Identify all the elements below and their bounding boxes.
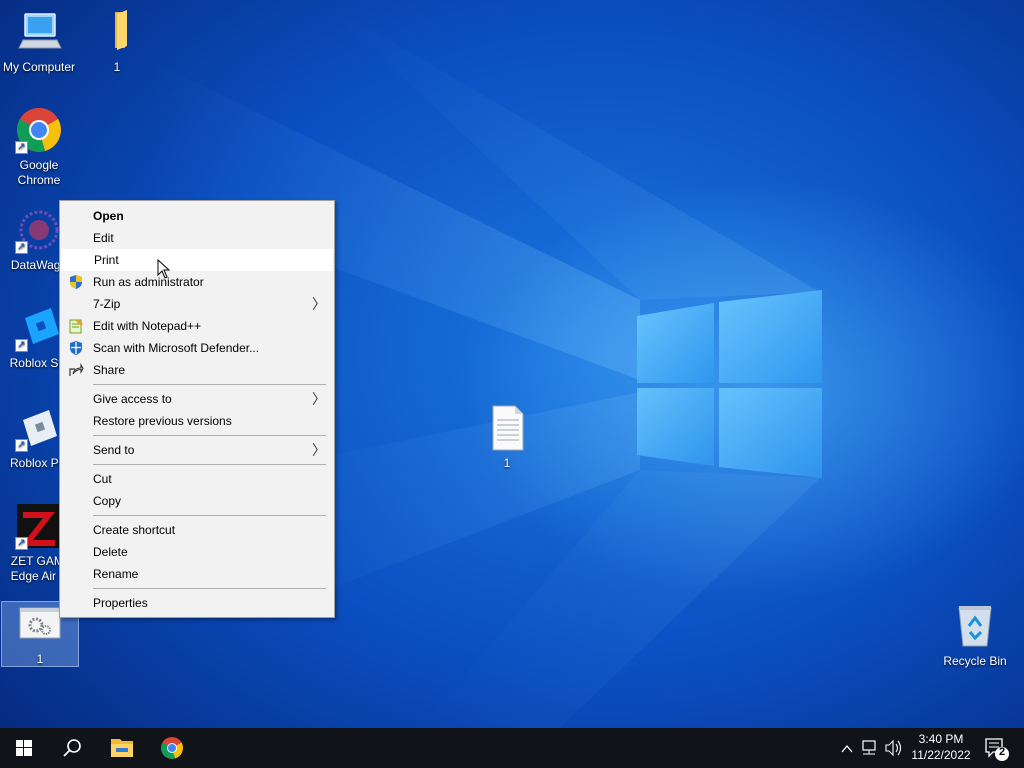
shortcut-arrow-icon: ↗ — [15, 339, 28, 352]
chrome-icon: ↗ — [15, 106, 63, 154]
menu-item-open[interactable]: Open — [60, 205, 334, 227]
notification-count-badge: 2 — [998, 746, 1006, 758]
desktop-icon-label: Google Chrome — [17, 158, 61, 187]
taskbar: 3:40 PM 11/22/2022 2 — [0, 728, 1024, 768]
chevron-right-icon: 〉 — [312, 296, 326, 312]
desktop-icon-label: 1 — [113, 60, 121, 74]
menu-item-7-zip[interactable]: 7-Zip 〉 — [60, 293, 334, 315]
roblox-studio-icon: ↗ — [15, 304, 63, 352]
menu-separator — [93, 464, 326, 465]
desktop-icon-label: 1 — [503, 456, 511, 470]
menu-item-send-to[interactable]: Send to 〉 — [60, 439, 334, 461]
shortcut-arrow-icon: ↗ — [15, 439, 28, 452]
chevron-right-icon: 〉 — [312, 391, 326, 407]
desktop-icon-label: 1 — [36, 652, 44, 666]
menu-separator — [93, 588, 326, 589]
menu-separator — [93, 435, 326, 436]
windows-start-icon — [16, 740, 32, 756]
menu-item-properties[interactable]: Properties — [60, 592, 334, 614]
show-hidden-icons-icon[interactable] — [841, 744, 853, 753]
shortcut-arrow-icon: ↗ — [15, 241, 28, 254]
menu-item-edit-with-notepadpp[interactable]: Edit with Notepad++ — [60, 315, 334, 337]
datawago-icon: ↗ — [15, 206, 63, 254]
search-icon — [63, 739, 81, 757]
desktop-icon-text-document-1[interactable]: 1 — [468, 404, 546, 471]
clock-date: 11/22/2022 — [911, 748, 971, 762]
desktop-icon-label: My Computer — [2, 60, 76, 74]
roblox-player-icon: ↗ — [15, 404, 63, 452]
desktop-icon-google-chrome[interactable]: ↗ Google Chrome — [0, 106, 78, 188]
network-icon[interactable] — [862, 740, 876, 755]
menu-item-rename[interactable]: Rename — [60, 563, 334, 585]
menu-item-run-as-administrator[interactable]: Run as administrator — [60, 271, 334, 293]
system-tray — [838, 728, 904, 768]
taskbar-file-explorer[interactable] — [98, 728, 146, 768]
desktop-icon-folder-1[interactable]: 1 — [78, 8, 156, 75]
menu-item-restore-previous-versions[interactable]: Restore previous versions — [60, 410, 334, 432]
action-center-button[interactable]: 2 — [976, 728, 1024, 768]
desktop-icon-label: Recycle Bin — [943, 654, 1007, 668]
menu-item-create-shortcut[interactable]: Create shortcut — [60, 519, 334, 541]
desktop[interactable]: My Computer 1 ↗ Google Chrome ↗ DataWago… — [0, 0, 1024, 728]
computer-icon — [15, 8, 63, 56]
volume-icon[interactable] — [885, 739, 902, 757]
menu-separator — [93, 384, 326, 385]
menu-item-delete[interactable]: Delete — [60, 541, 334, 563]
menu-item-give-access-to[interactable]: Give access to 〉 — [60, 388, 334, 410]
menu-item-print[interactable]: Print — [61, 249, 333, 271]
context-menu: Open Edit Print Run as administrator 7-Z… — [59, 200, 335, 618]
menu-item-cut[interactable]: Cut — [60, 468, 334, 490]
shortcut-arrow-icon: ↗ — [15, 537, 28, 550]
desktop-icon-my-computer[interactable]: My Computer — [0, 8, 78, 75]
taskbar-clock[interactable]: 3:40 PM 11/22/2022 — [906, 731, 976, 763]
shortcut-arrow-icon: ↗ — [15, 141, 28, 154]
mouse-cursor-icon — [157, 259, 171, 279]
menu-item-edit[interactable]: Edit — [60, 227, 334, 249]
taskbar-chrome[interactable] — [148, 728, 196, 768]
recycle-bin-icon — [951, 602, 999, 650]
share-icon — [68, 362, 84, 378]
file-explorer-icon — [111, 739, 133, 757]
settings-file-icon — [16, 606, 64, 642]
search-button[interactable] — [48, 728, 96, 768]
defender-icon — [68, 340, 84, 356]
text-document-icon — [483, 404, 531, 452]
start-button[interactable] — [0, 728, 48, 768]
menu-separator — [93, 515, 326, 516]
clock-time: 3:40 PM — [918, 732, 964, 746]
menu-item-share[interactable]: Share — [60, 359, 334, 381]
chrome-icon — [161, 737, 183, 759]
uac-shield-icon — [68, 274, 84, 290]
menu-item-scan-with-defender[interactable]: Scan with Microsoft Defender... — [60, 337, 334, 359]
menu-item-copy[interactable]: Copy — [60, 490, 334, 512]
folder-icon — [93, 8, 141, 56]
chevron-right-icon: 〉 — [312, 442, 326, 458]
zet-gaming-icon: ↗ — [15, 502, 63, 550]
desktop-icon-recycle-bin[interactable]: Recycle Bin — [936, 602, 1014, 669]
notepadpp-icon — [68, 318, 84, 334]
